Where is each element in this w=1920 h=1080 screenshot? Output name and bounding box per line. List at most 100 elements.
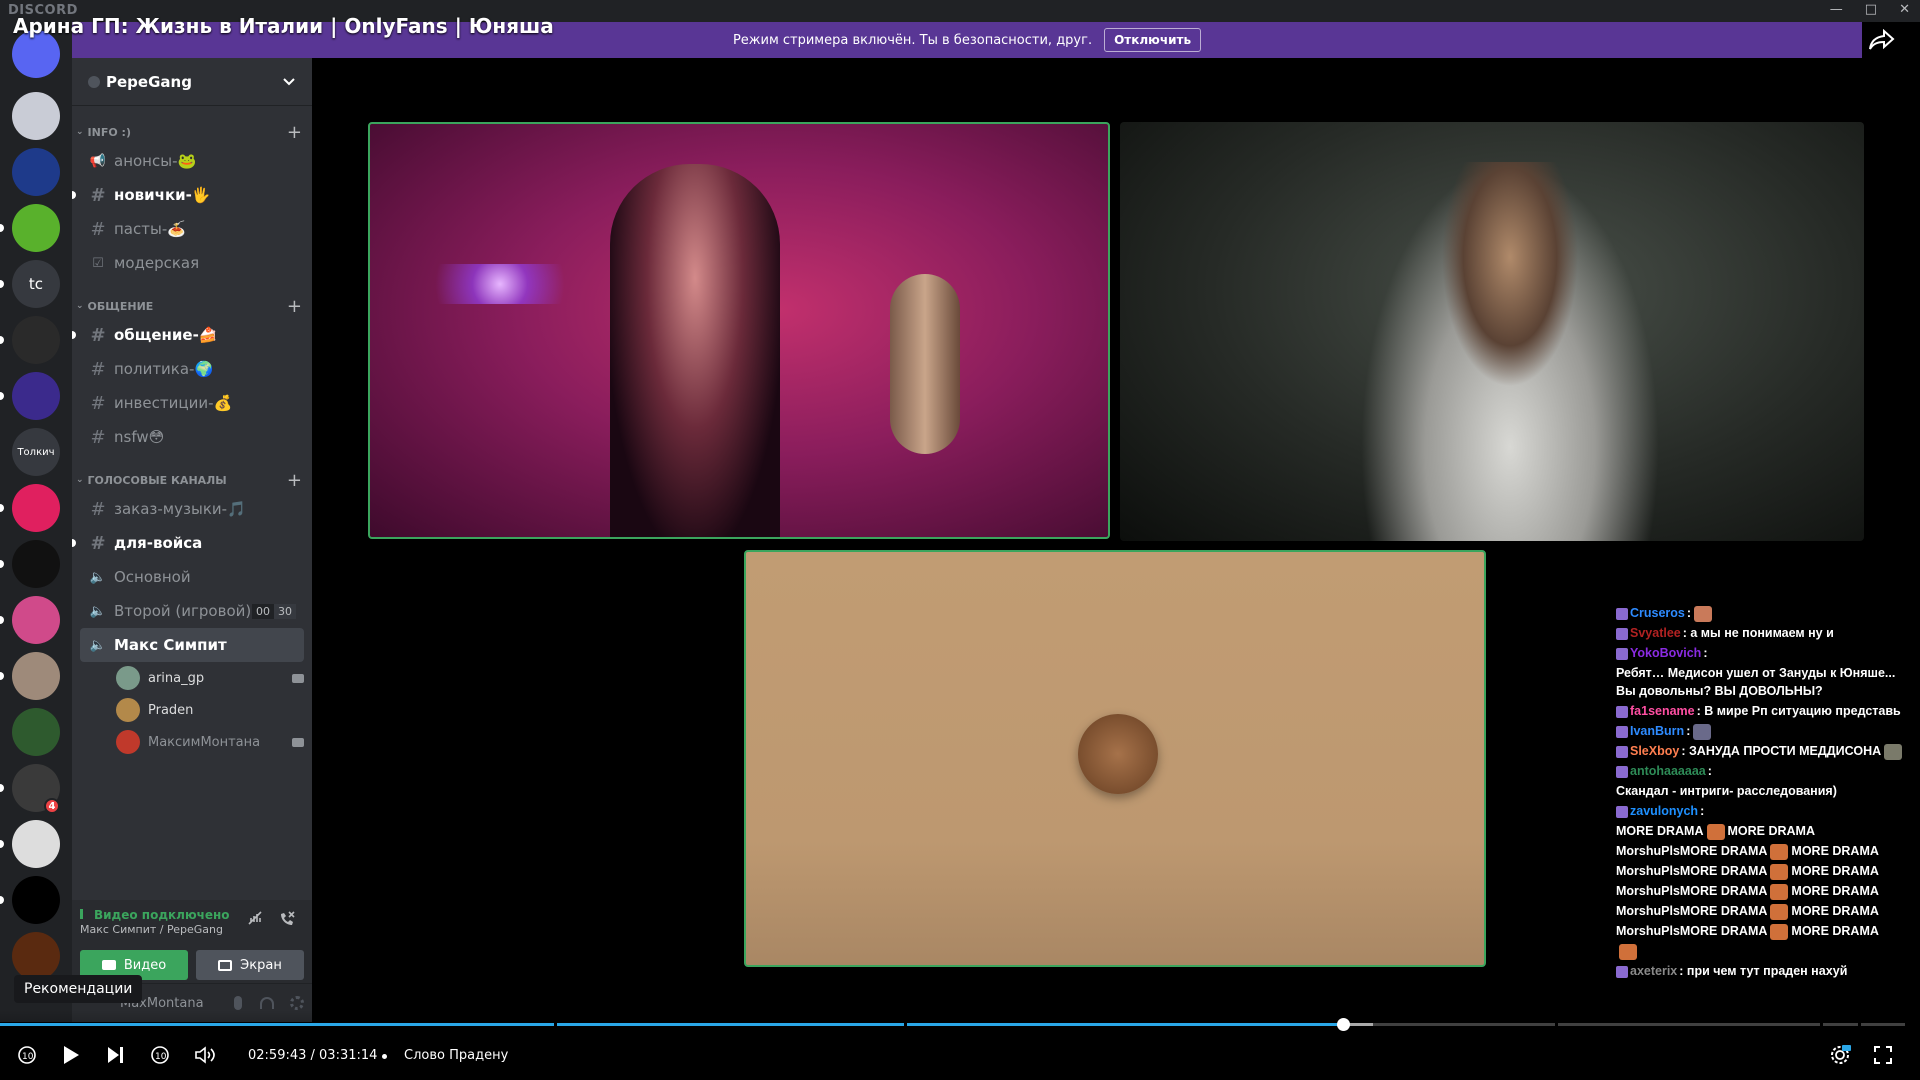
server-icon[interactable]: Толкич: [12, 428, 60, 476]
voice-user[interactable]: Praden: [116, 694, 304, 726]
voice-location: Макс Симпит / PepeGang: [80, 923, 223, 936]
share-icon[interactable]: [1862, 22, 1902, 58]
military-server-icon[interactable]: [12, 708, 60, 756]
channel-item[interactable]: 📢 анонсы-🐸: [80, 144, 304, 178]
hash-icon: #: [90, 498, 106, 520]
channel-category[interactable]: ⌄ INFO :) +: [72, 120, 312, 144]
chat-message: axeterix: при чем тут праден нахуй: [1616, 962, 1916, 980]
maximize-icon[interactable]: □: [1865, 2, 1877, 17]
voice-user-name: arina_gp: [148, 670, 205, 686]
stream-chat-overlay: Cruseros: Svyatlee: а мы не понимаем ну и…: [1616, 604, 1916, 980]
create-channel-icon[interactable]: +: [287, 296, 302, 317]
unread-indicator: [72, 331, 76, 339]
play-icon[interactable]: [56, 1040, 86, 1070]
blue-planet-server-icon[interactable]: [12, 148, 60, 196]
camera-icon: [101, 960, 116, 970]
play-triangle-server-icon[interactable]: [12, 876, 60, 924]
wolf-server-icon[interactable]: [12, 316, 60, 364]
channel-item[interactable]: # инвестиции-💰: [80, 386, 304, 420]
chat-badge-icon: [1616, 725, 1628, 738]
hamster-server-icon[interactable]: [12, 652, 60, 700]
replay-10-icon[interactable]: 10: [12, 1040, 42, 1070]
channel-item[interactable]: # заказ-музыки-🎵: [80, 492, 304, 526]
channel-name: общение-🍰: [114, 326, 218, 344]
noise-suppression-icon[interactable]: [247, 910, 263, 930]
emote-icon: [1770, 883, 1789, 900]
channel-item[interactable]: # политика-🌍: [80, 352, 304, 386]
server-unread-pip: [0, 560, 4, 568]
pink-logo-server-icon[interactable]: [12, 596, 60, 644]
avatar: [116, 698, 140, 722]
chevron-icon: ⌄: [76, 127, 84, 137]
microphone-icon[interactable]: [234, 996, 242, 1010]
frog-server-icon[interactable]: [12, 204, 60, 252]
channel-item[interactable]: # для-войса: [72, 526, 304, 560]
chat-text: MORE DRAMA: [1727, 824, 1816, 838]
chat-text: MorshuPlsMORE DRAMA: [1616, 884, 1768, 898]
chat-message: antohaaaaaa:: [1616, 762, 1916, 780]
disable-streamer-mode-button[interactable]: Отключить: [1104, 28, 1202, 52]
volume-icon[interactable]: [190, 1040, 220, 1070]
dark-figure-server-icon[interactable]: [12, 540, 60, 588]
camera-icon: [292, 673, 304, 683]
chat-username: Svyatlee: [1630, 626, 1681, 640]
chat-message: MorshuPlsMORE DRAMA MORE DRAMA: [1616, 902, 1916, 920]
numbers-server-icon[interactable]: [12, 92, 60, 140]
chat-badge-icon: [1616, 745, 1628, 758]
gear-icon[interactable]: [290, 996, 304, 1010]
channel-name: новички-🖐: [114, 186, 211, 204]
video-tile-praden[interactable]: [744, 550, 1486, 967]
window-controls: — □ ✕: [1830, 2, 1910, 17]
channel-category[interactable]: ⌄ ОБЩЕНИЕ +: [72, 294, 312, 318]
chapter-title[interactable]: Слово Прадену: [404, 1048, 508, 1063]
screen-icon: [218, 959, 233, 971]
channel-item[interactable]: 🔈 Макс Симпит: [80, 628, 304, 662]
video-tile-maxmontana[interactable]: [1120, 122, 1864, 541]
category-label: ГОЛОСОВЫЕ КАНАЛЫ: [87, 473, 227, 487]
category-label: INFO :): [87, 125, 131, 139]
disconnect-icon[interactable]: [278, 910, 296, 932]
chat-text: MORE DRAMA: [1791, 864, 1879, 878]
create-channel-icon[interactable]: +: [287, 122, 302, 143]
chevron-down-icon[interactable]: [282, 72, 296, 91]
server-unread-pip: [0, 896, 4, 904]
channel-item[interactable]: ☑ модерская: [80, 246, 304, 280]
server-unread-pip: [0, 784, 4, 792]
scrubber-thumb[interactable]: [1337, 1018, 1350, 1031]
webcam-feed-man: [1360, 162, 1660, 541]
headphones-icon[interactable]: [260, 997, 274, 1009]
emote-icon: [1694, 605, 1713, 622]
minimize-icon[interactable]: —: [1830, 2, 1843, 17]
chat-text: MORE DRAMA: [1791, 904, 1879, 918]
channel-category[interactable]: ⌄ ГОЛОСОВЫЕ КАНАЛЫ +: [72, 468, 312, 492]
server-icon[interactable]: tc: [12, 260, 60, 308]
hash-icon: #: [90, 324, 106, 346]
channel-item[interactable]: # пасты-🍝: [80, 212, 304, 246]
create-channel-icon[interactable]: +: [287, 470, 302, 491]
channel-item[interactable]: # общение-🍰: [72, 318, 304, 352]
cat-server-icon[interactable]: [12, 820, 60, 868]
channel-item[interactable]: # новички-🖐: [72, 178, 304, 212]
screen-share-button[interactable]: Экран: [196, 950, 304, 980]
voice-user[interactable]: arina_gp: [116, 662, 304, 694]
forward-10-icon[interactable]: 10: [145, 1040, 175, 1070]
channel-item[interactable]: 🔈 Основной: [80, 560, 304, 594]
fullscreen-icon[interactable]: [1868, 1040, 1898, 1070]
chat-badge-icon: [1616, 647, 1628, 660]
next-icon[interactable]: [100, 1040, 130, 1070]
channel-item[interactable]: 🔈 Второй (игровой) 00 30: [80, 594, 304, 628]
fire-server-icon[interactable]: [12, 932, 60, 980]
voice-user[interactable]: МаксимМонтана: [116, 726, 304, 758]
progress-bar[interactable]: [0, 1018, 1905, 1031]
server-unread-pip: [0, 224, 4, 232]
channel-item[interactable]: # nsfw😳: [80, 420, 304, 454]
settings-gear-icon[interactable]: [1825, 1040, 1855, 1070]
speaker-icon: 🔈: [89, 603, 107, 619]
close-icon[interactable]: ✕: [1899, 2, 1910, 17]
chat-username: fa1sename: [1630, 704, 1695, 718]
purple-server-icon[interactable]: [12, 372, 60, 420]
guild-header[interactable]: PepeGang: [72, 58, 312, 106]
microphone-server-icon[interactable]: [12, 484, 60, 532]
video-tile-arina[interactable]: [368, 122, 1110, 539]
unread-indicator: [72, 191, 76, 199]
